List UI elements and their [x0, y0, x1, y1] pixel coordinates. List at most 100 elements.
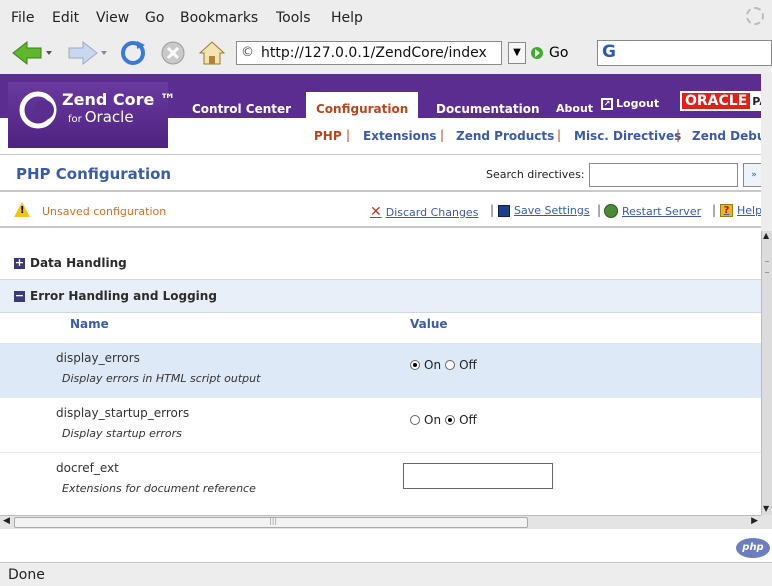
title-row: PHP Configuration Search directives: » — [0, 155, 761, 192]
section-data-handling[interactable]: + Data Handling — [0, 247, 761, 280]
subtab-separator: | — [346, 128, 351, 142]
menu-edit[interactable]: Edit — [52, 10, 79, 26]
logout-link[interactable]: ↗ Logout — [601, 97, 659, 110]
directive-row: display_errors Display errors in HTML sc… — [0, 343, 761, 398]
directive-toggle: On Off — [410, 413, 477, 427]
navigation-toolbar: © http://127.0.0.1/ZendCore/index ▼ Go G — [0, 34, 772, 74]
section-label: Data Handling — [30, 256, 127, 270]
back-arrow-icon — [12, 40, 52, 66]
stop-button[interactable] — [158, 38, 188, 68]
site-icon: © — [241, 45, 254, 60]
column-header-value: Value — [410, 317, 448, 331]
radio-off[interactable] — [445, 360, 456, 370]
menu-go[interactable]: Go — [145, 10, 164, 26]
subtab-misc-directives[interactable]: Misc. Directives — [574, 129, 681, 143]
menu-file[interactable]: File — [11, 10, 34, 26]
oracle-logo: ORACLEPA — [680, 91, 761, 111]
tab-documentation[interactable]: Documentation — [436, 102, 540, 116]
scrollbar-corner — [761, 515, 772, 529]
directive-description: Extensions for document reference — [62, 482, 256, 495]
docref-ext-input[interactable] — [403, 463, 553, 489]
zend-core-logo[interactable]: Zend Core ™ for Oracle — [8, 82, 176, 148]
radio-on[interactable] — [410, 360, 420, 370]
home-icon — [198, 41, 226, 65]
logo-for: for — [68, 114, 82, 125]
scroll-thumb[interactable] — [765, 261, 769, 273]
search-directives-input[interactable] — [589, 163, 738, 187]
directive-name: display_startup_errors — [56, 406, 190, 420]
directive-toggle: On Off — [410, 358, 477, 372]
directive-row: docref_ext Extensions for document refer… — [0, 453, 761, 508]
zend-logo-icon — [19, 91, 57, 129]
radio-on[interactable] — [410, 415, 420, 425]
section-label: Error Handling and Logging — [30, 289, 217, 303]
horizontal-scrollbar[interactable]: ◀ ||| ▶ — [0, 515, 761, 529]
save-settings-link[interactable]: Save Settings — [498, 204, 590, 217]
back-button[interactable] — [10, 38, 54, 68]
action-separator: | — [712, 203, 717, 217]
status-bar: Done — [0, 562, 772, 586]
search-button[interactable]: » — [743, 163, 761, 187]
menu-view[interactable]: View — [96, 10, 129, 26]
directive-name: docref_ext — [56, 461, 119, 475]
help-label: Help — [737, 204, 761, 217]
unsaved-notice: Unsaved configuration — [42, 205, 167, 218]
save-disk-icon — [498, 204, 510, 217]
search-label: Search directives: — [486, 168, 585, 181]
subtab-separator: | — [557, 128, 562, 142]
reload-icon — [121, 41, 145, 65]
directive-row: display_startup_errors Display startup e… — [0, 398, 761, 453]
reload-button[interactable] — [118, 38, 148, 68]
scroll-left-icon[interactable]: ◀ — [3, 516, 10, 526]
oracle-wordmark: ORACLE — [682, 93, 751, 109]
help-icon: ? — [720, 204, 733, 217]
restart-icon — [604, 204, 618, 218]
logo-product-name: Zend Core ™ — [62, 90, 176, 109]
about-link[interactable]: About — [556, 102, 593, 115]
forward-button[interactable] — [66, 38, 110, 68]
warning-mark: ! — [20, 205, 25, 216]
web-search-input[interactable]: G — [597, 40, 772, 66]
page-title: PHP Configuration — [16, 165, 172, 183]
logo-oracle: Oracle — [84, 108, 134, 126]
action-separator: | — [597, 203, 602, 217]
scroll-right-icon[interactable]: ▶ — [751, 516, 758, 526]
section-error-handling[interactable]: − Error Handling and Logging — [0, 280, 761, 313]
google-icon: G — [602, 42, 616, 62]
page-viewport: Zend Core ™ for Oracle Control Center Con… — [0, 74, 761, 515]
tab-control-center[interactable]: Control Center — [192, 102, 291, 116]
menu-bookmarks[interactable]: Bookmarks — [180, 10, 258, 26]
url-history-dropdown[interactable]: ▼ — [508, 42, 526, 64]
tab-configuration[interactable]: Configuration — [306, 92, 419, 118]
restart-server-link[interactable]: Restart Server — [604, 204, 701, 218]
discard-changes-link[interactable]: ✕ Discard Changes — [370, 204, 478, 220]
directive-description: Display errors in HTML script output — [62, 372, 261, 385]
directive-description: Display startup errors — [62, 427, 182, 440]
menu-help[interactable]: Help — [331, 10, 363, 26]
vertical-scrollbar[interactable]: ▲ ▼ — [761, 231, 772, 515]
subtab-extensions[interactable]: Extensions — [363, 129, 437, 143]
scroll-up-icon[interactable]: ▲ — [763, 231, 769, 240]
throbber-icon — [746, 7, 764, 25]
home-button[interactable] — [196, 38, 228, 68]
scroll-thumb[interactable]: ||| — [14, 516, 528, 528]
discard-icon: ✕ — [370, 204, 382, 220]
radio-off[interactable] — [445, 415, 456, 425]
column-header-name: Name — [70, 317, 109, 331]
logout-icon: ↗ — [601, 97, 613, 110]
help-link[interactable]: ? Help — [720, 204, 761, 217]
subtab-php[interactable]: PHP — [314, 129, 342, 143]
subtab-zend-products[interactable]: Zend Products — [456, 129, 554, 143]
url-bar[interactable]: © http://127.0.0.1/ZendCore/index — [236, 41, 502, 65]
save-label: Save Settings — [514, 204, 590, 217]
menu-tools[interactable]: Tools — [276, 10, 311, 26]
scroll-down-icon[interactable]: ▼ — [763, 504, 769, 513]
subtab-separator: | — [440, 128, 445, 142]
subtab-zend-debugger[interactable]: Zend Debugg — [692, 129, 761, 143]
go-button[interactable]: Go — [530, 42, 568, 64]
grip-icon: ||| — [269, 516, 278, 525]
radio-on-label: On — [424, 358, 442, 372]
discard-label: Discard Changes — [385, 205, 479, 219]
collapse-minus-icon: − — [14, 289, 25, 302]
directive-name: display_errors — [56, 351, 140, 365]
